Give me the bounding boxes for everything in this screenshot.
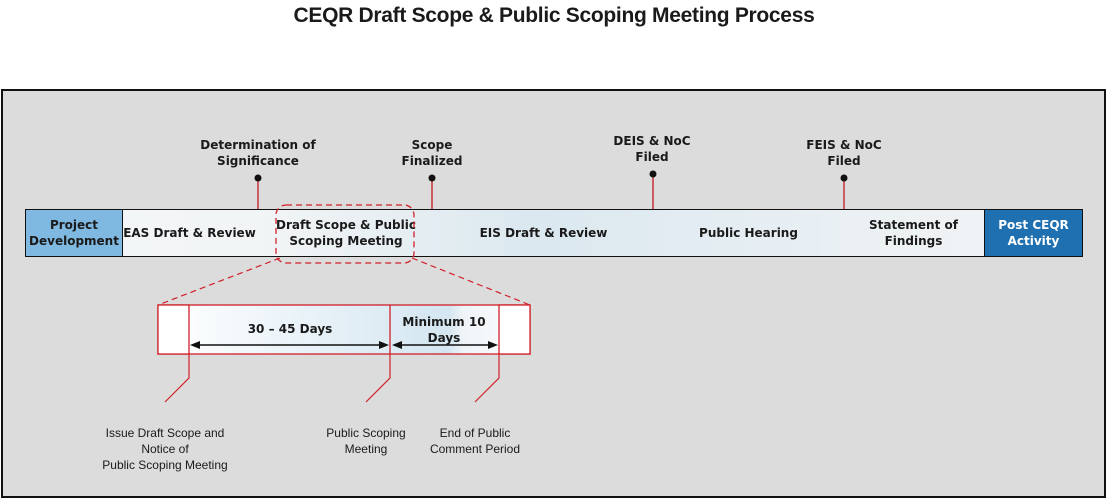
event-pointer-public-scoping-meeting — [365, 354, 391, 403]
milestone-dot — [254, 174, 262, 182]
zoom-connector-right — [411, 257, 531, 306]
milestone-dot — [649, 170, 657, 178]
detail-left-cap — [157, 304, 190, 355]
period-label-30-45-days: 30 – 45 Days — [247, 322, 333, 336]
event-pointer-end-comment-period — [474, 354, 500, 403]
highlight-dashed-box — [275, 204, 415, 264]
event-pointer-issue-draft-scope — [164, 354, 190, 403]
milestone-dot — [840, 174, 848, 182]
milestone-marker-feis — [840, 174, 848, 209]
milestone-dot — [428, 174, 436, 182]
event-label: Comment Period — [429, 442, 521, 456]
event-label: Notice of — [141, 442, 189, 456]
milestone-marker-deis — [649, 170, 657, 209]
milestone-marker-determination — [254, 174, 262, 209]
event-label: End of Public — [439, 426, 511, 440]
period-label: Minimum 10 — [402, 315, 486, 329]
event-label: Meeting — [344, 442, 388, 456]
event-issue-draft-scope: Issue Draft Scope and Notice of Public S… — [94, 425, 236, 473]
event-end-of-public-comment-period: End of Public Comment Period — [420, 425, 530, 457]
event-label: Public Scoping — [326, 426, 406, 440]
event-label: Issue Draft Scope and — [105, 426, 225, 440]
event-public-scoping-meeting: Public Scoping Meeting — [316, 425, 416, 457]
period-label-minimum-10-days: Minimum 10 Days — [394, 314, 494, 346]
period-label: Days — [427, 331, 461, 345]
detail-right-cap — [498, 304, 531, 355]
zoom-connector-left — [157, 257, 281, 306]
milestone-marker-scope-finalized — [428, 174, 436, 209]
event-label: Public Scoping Meeting — [102, 458, 228, 472]
